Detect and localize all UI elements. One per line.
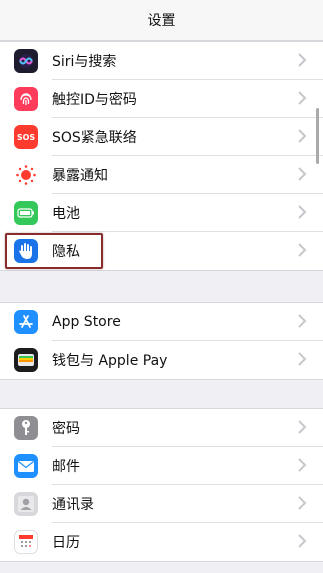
settings-row-contacts[interactable]: 通讯录 (0, 485, 323, 523)
chevron-right-icon (298, 458, 307, 472)
settings-row-label: 电池 (52, 206, 80, 222)
chevron-right-icon (298, 205, 307, 219)
settings-group-2: App Store 钱包与 Apple Pay (0, 302, 323, 380)
settings-row-wallet[interactable]: 钱包与 Apple Pay (0, 341, 323, 379)
fingerprint-icon (14, 87, 38, 111)
scroll-indicator[interactable] (316, 108, 319, 164)
app-store-icon (14, 310, 38, 334)
settings-row-label: 钱包与 Apple Pay (52, 353, 168, 369)
settings-row-calendar[interactable]: 日历 (0, 523, 323, 561)
siri-icon (14, 49, 38, 73)
settings-row-label: 邮件 (52, 459, 80, 475)
battery-icon (14, 201, 38, 225)
key-icon (14, 416, 38, 440)
chevron-right-icon (298, 352, 307, 366)
chevron-right-icon (298, 314, 307, 328)
chevron-right-icon (298, 167, 307, 181)
contacts-icon (14, 492, 38, 516)
settings-row-app-store[interactable]: App Store (0, 303, 323, 341)
settings-row-sos[interactable]: SOS SOS紧急联络 (0, 118, 323, 156)
chevron-right-icon (298, 129, 307, 143)
settings-row-label: 触控ID与密码 (52, 92, 137, 108)
settings-row-label: 日历 (52, 535, 80, 551)
settings-row-label: SOS紧急联络 (52, 130, 137, 146)
settings-row-battery[interactable]: 电池 (0, 194, 323, 232)
exposure-notification-icon (14, 163, 38, 187)
settings-row-label: Siri与搜索 (52, 54, 117, 70)
settings-row-label: 通讯录 (52, 497, 94, 513)
settings-row-passwords[interactable]: 密码 (0, 409, 323, 447)
sos-icon: SOS (14, 125, 38, 149)
settings-row-label: 暴露通知 (52, 168, 108, 184)
navigation-bar: 设置 (0, 0, 323, 41)
settings-row-touch-id[interactable]: 触控ID与密码 (0, 80, 323, 118)
wallet-icon (14, 348, 38, 372)
chevron-right-icon (298, 53, 307, 67)
settings-row-siri[interactable]: Siri与搜索 (0, 42, 323, 80)
chevron-right-icon (298, 534, 307, 548)
calendar-icon (14, 530, 38, 554)
settings-row-mail[interactable]: 邮件 (0, 447, 323, 485)
settings-row-label: App Store (52, 314, 121, 330)
settings-row-exposure[interactable]: 暴露通知 (0, 156, 323, 194)
chevron-right-icon (298, 91, 307, 105)
chevron-right-icon (298, 420, 307, 434)
chevron-right-icon (298, 243, 307, 257)
mail-icon (14, 454, 38, 478)
settings-row-label: 密码 (52, 421, 80, 437)
page-title: 设置 (147, 13, 176, 29)
settings-group-3: 密码 邮件 通讯录 日历 (0, 408, 323, 562)
privacy-highlight-box (5, 233, 103, 269)
chevron-right-icon (298, 496, 307, 510)
sos-icon-text: SOS (16, 132, 36, 142)
